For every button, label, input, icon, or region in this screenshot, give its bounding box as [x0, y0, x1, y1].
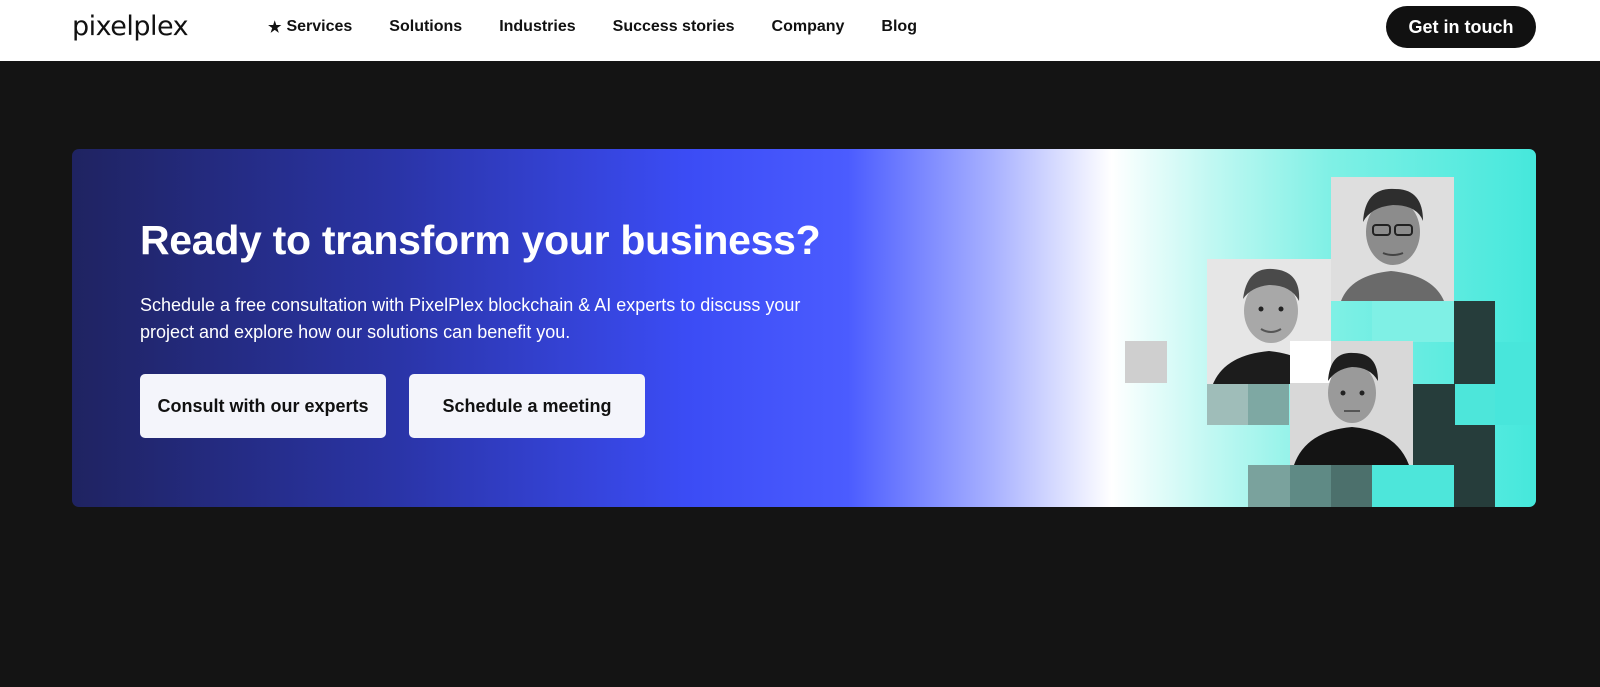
pixel-tile: [1413, 384, 1455, 465]
expert-photo: [1331, 177, 1454, 301]
nav-blog[interactable]: Blog: [881, 18, 917, 36]
nav-services[interactable]: ★ Services: [268, 18, 352, 36]
pixel-tile: [1372, 301, 1454, 342]
pixel-tile: [1125, 341, 1167, 383]
nav-success-stories[interactable]: Success stories: [613, 18, 735, 36]
banner-subtext: Schedule a free consultation with PixelP…: [140, 295, 801, 342]
expert-photo: [1290, 341, 1413, 465]
nav-services-label: Services: [286, 17, 353, 35]
pixel-tile: [1454, 301, 1495, 384]
pixel-tile: [1454, 425, 1495, 507]
star-icon: ★: [268, 18, 282, 36]
pixel-tile: [1455, 384, 1495, 425]
pixel-tile: [1495, 342, 1536, 425]
nav-solutions[interactable]: Solutions: [389, 18, 462, 36]
consult-experts-button[interactable]: Consult with our experts: [140, 374, 386, 438]
pixel-tile: [1248, 465, 1290, 507]
main-nav: ★ Services Solutions Industries Success …: [268, 0, 954, 53]
nav-company[interactable]: Company: [772, 18, 845, 36]
consultation-banner: Ready to transform your business? Schedu…: [72, 149, 1536, 507]
pixel-tile: [1372, 465, 1454, 507]
banner-headline: Ready to transform your business?: [140, 217, 821, 263]
pixel-tile: [1207, 384, 1249, 425]
nav-industries[interactable]: Industries: [499, 18, 575, 36]
pixel-tile: [1248, 384, 1289, 425]
pixel-tile: [1290, 465, 1331, 507]
get-in-touch-button[interactable]: Get in touch: [1386, 6, 1536, 48]
pixelplex-logo[interactable]: pixelplex: [72, 11, 189, 42]
site-header: pixelplex ★ Services Solutions Industrie…: [0, 0, 1600, 61]
schedule-meeting-button[interactable]: Schedule a meeting: [409, 374, 645, 438]
pixel-tile: [1331, 465, 1372, 507]
